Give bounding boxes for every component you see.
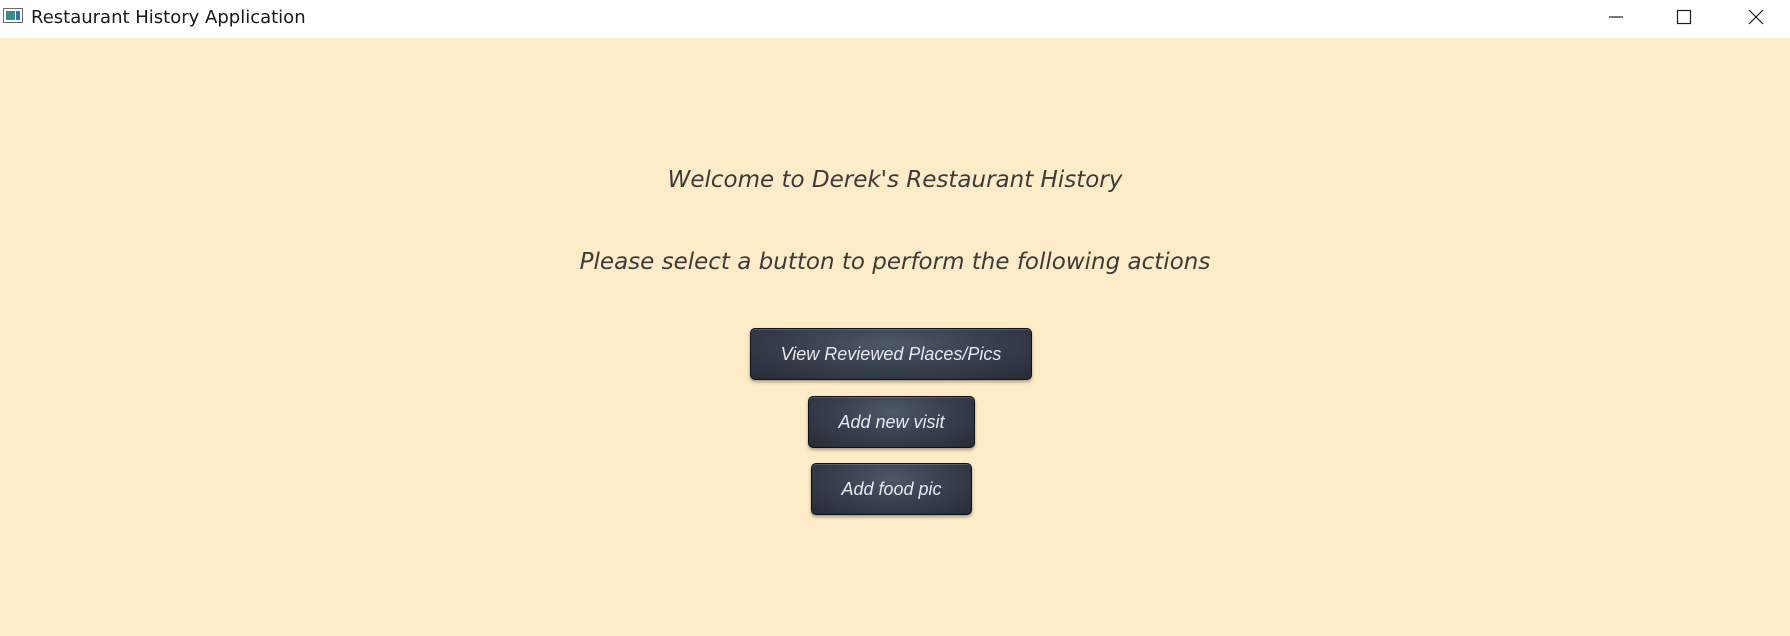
- close-icon: [1748, 9, 1764, 25]
- maximize-button[interactable]: [1650, 0, 1718, 34]
- app-icon: [3, 8, 23, 23]
- title-bar[interactable]: Restaurant History Application: [0, 0, 1790, 38]
- window-title: Restaurant History Application: [31, 7, 306, 28]
- instruction-text: Please select a button to perform the fo…: [579, 249, 1211, 275]
- view-reviewed-places-button[interactable]: View Reviewed Places/Pics: [750, 328, 1032, 380]
- app-window: Restaurant History Application Welcome t…: [0, 0, 1790, 636]
- minimize-button[interactable]: [1582, 0, 1650, 34]
- maximize-icon: [1676, 9, 1692, 25]
- add-food-pic-button[interactable]: Add food pic: [811, 463, 972, 515]
- welcome-heading: Welcome to Derek's Restaurant History: [667, 167, 1123, 193]
- add-new-visit-button[interactable]: Add new visit: [808, 396, 975, 448]
- main-content: Welcome to Derek's Restaurant History Pl…: [0, 38, 1790, 636]
- close-button[interactable]: [1722, 0, 1790, 34]
- minimize-icon: [1608, 9, 1624, 25]
